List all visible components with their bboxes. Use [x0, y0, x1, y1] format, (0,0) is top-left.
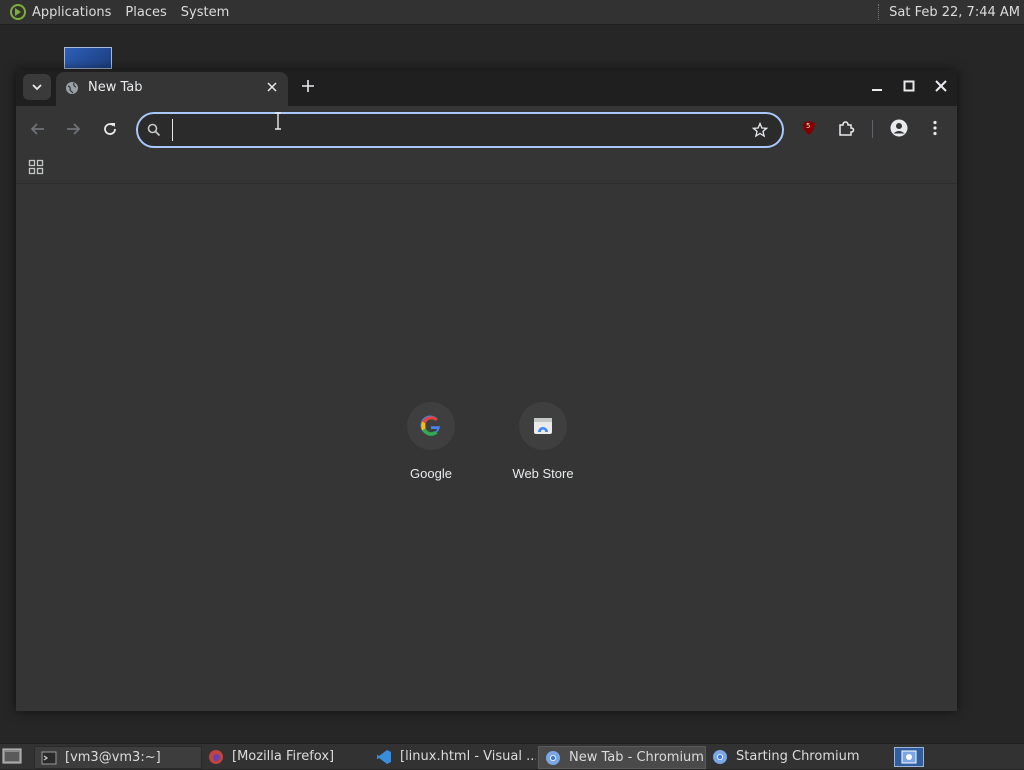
maximize-icon[interactable]	[901, 78, 917, 94]
workspace-window-icon	[901, 750, 917, 764]
tab-title: New Tab	[88, 80, 143, 95]
task-label: New Tab - Chromium	[569, 750, 704, 765]
address-input[interactable]	[172, 119, 748, 141]
applications-menu[interactable]: Applications	[32, 5, 111, 20]
firefox-icon	[209, 749, 223, 764]
web-store-tile	[519, 402, 567, 450]
chromium-icon	[713, 749, 727, 764]
distro-logo-icon[interactable]	[10, 4, 26, 20]
close-window-icon[interactable]	[933, 78, 949, 94]
task-label: [linux.html - Visual ...	[400, 749, 536, 764]
shortcut-label: Web Store	[512, 466, 574, 481]
back-arrow-icon[interactable]	[29, 120, 47, 138]
globe-icon	[66, 82, 78, 94]
new-tab-plus-icon[interactable]	[300, 78, 316, 94]
extensions-puzzle-icon[interactable]	[837, 119, 855, 137]
clock[interactable]: Sat Feb 22, 7:44 AM	[889, 5, 1020, 20]
reload-icon[interactable]	[101, 120, 119, 138]
close-tab-icon[interactable]	[265, 80, 279, 94]
top-panel: Applications Places System Sat Feb 22, 7…	[0, 0, 1024, 25]
bookmarks-bar	[16, 151, 957, 184]
tab-new-tab[interactable]: New Tab	[56, 72, 288, 106]
task-vscode[interactable]: [linux.html - Visual ...	[370, 746, 536, 767]
terminal-icon	[41, 751, 57, 764]
profile-avatar-icon[interactable]	[890, 119, 908, 137]
extension-badge: 5	[806, 122, 811, 130]
google-g-icon	[420, 415, 440, 436]
task-terminal[interactable]: [vm3@vm3:~]	[34, 746, 202, 769]
bottom-taskbar: [vm3@vm3:~] [Mozilla Firefox] [linux.htm…	[0, 743, 1024, 769]
system-menu[interactable]: System	[181, 5, 229, 20]
search-icon	[147, 123, 161, 137]
new-tab-page: Google Web Store	[16, 184, 957, 711]
kebab-menu-icon[interactable]	[926, 119, 944, 137]
minimize-icon[interactable]	[869, 78, 885, 94]
web-store-icon	[534, 418, 552, 434]
desktop-thumbnail	[64, 47, 112, 69]
vscode-icon	[377, 749, 391, 764]
text-cursor-icon	[275, 112, 281, 130]
shortcut-google[interactable]: Google	[375, 402, 487, 481]
chevron-down-icon	[32, 84, 42, 91]
task-firefox[interactable]: [Mozilla Firefox]	[202, 746, 368, 767]
toolbar-divider	[872, 120, 873, 138]
shortcut-label: Google	[410, 466, 452, 481]
task-label: Starting Chromium	[736, 749, 860, 764]
task-label: [vm3@vm3:~]	[65, 750, 161, 765]
toolbar: 5	[16, 106, 957, 151]
task-chromium-new-tab[interactable]: New Tab - Chromium	[538, 746, 706, 769]
forward-arrow-icon[interactable]	[64, 120, 82, 138]
show-desktop-icon[interactable]	[2, 747, 22, 765]
task-starting-chromium[interactable]: Starting Chromium	[706, 746, 872, 767]
tab-strip: New Tab	[16, 70, 957, 106]
google-tile	[407, 402, 455, 450]
chromium-icon	[546, 750, 560, 765]
panel-separator	[878, 4, 881, 20]
bookmark-star-icon[interactable]	[752, 122, 768, 138]
chromium-window: New Tab 5 Google Web Store	[16, 70, 957, 711]
shortcut-web-store[interactable]: Web Store	[487, 402, 599, 481]
apps-grid-icon[interactable]	[28, 159, 44, 175]
task-label: [Mozilla Firefox]	[232, 749, 335, 764]
tab-search-button[interactable]	[23, 74, 51, 100]
address-bar[interactable]	[136, 112, 784, 148]
workspace-switcher[interactable]	[894, 747, 924, 767]
places-menu[interactable]: Places	[125, 5, 166, 20]
ublock-extension-icon[interactable]: 5	[800, 119, 818, 137]
